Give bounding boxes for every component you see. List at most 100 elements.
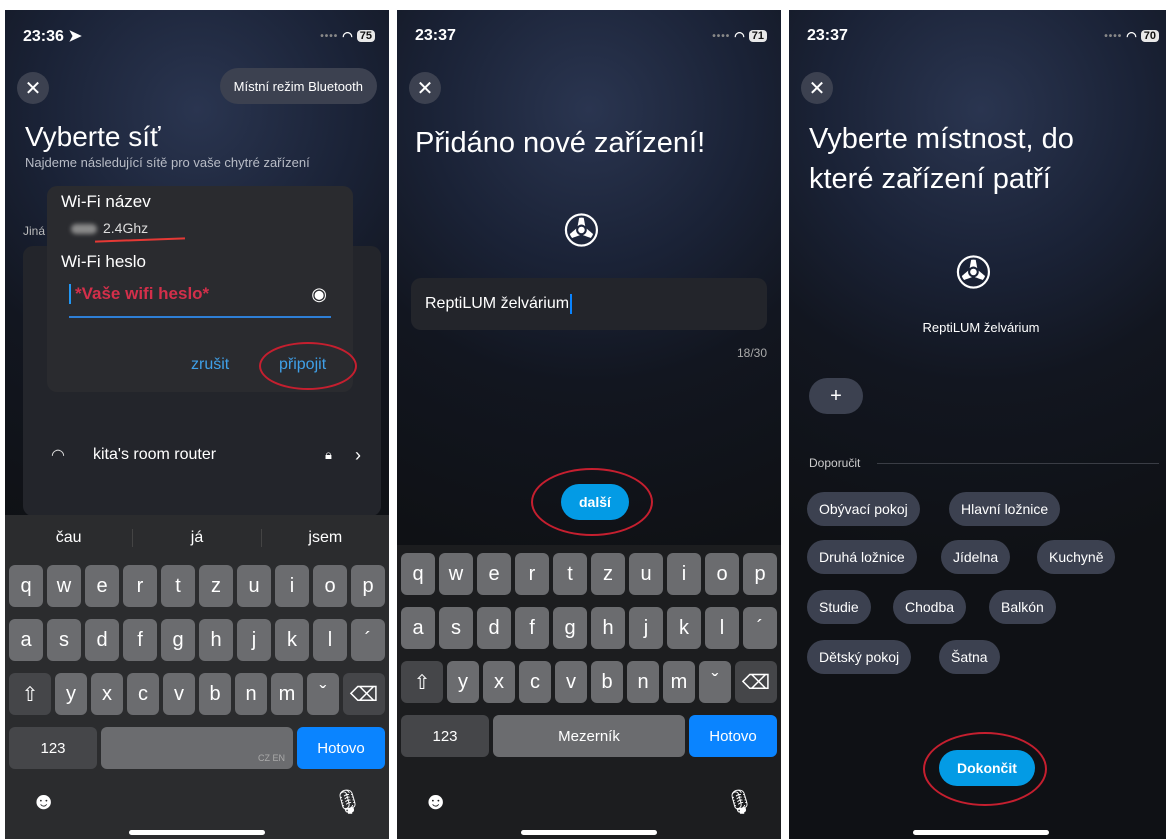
key[interactable]: k <box>667 607 701 649</box>
device-name-input[interactable]: ReptiLUM želvárium <box>411 278 767 330</box>
room-chip[interactable]: Kuchyně <box>1037 540 1116 574</box>
key[interactable]: x <box>91 673 123 715</box>
key[interactable]: e <box>477 553 511 595</box>
room-chip[interactable]: Studie <box>807 590 871 624</box>
key[interactable]: l <box>313 619 347 661</box>
key[interactable]: i <box>667 553 701 595</box>
key[interactable]: j <box>629 607 663 649</box>
room-chip[interactable]: Dětský pokoj <box>807 640 912 674</box>
key[interactable]: v <box>163 673 195 715</box>
emoji-icon[interactable]: ☻ <box>423 788 448 817</box>
ssid-suffix: 2.4Ghz <box>103 220 149 236</box>
key[interactable]: b <box>591 661 623 703</box>
key[interactable]: g <box>553 607 587 649</box>
annotation-circle <box>923 732 1047 806</box>
key[interactable]: z <box>591 553 625 595</box>
key[interactable]: c <box>127 673 159 715</box>
key[interactable]: n <box>235 673 267 715</box>
key[interactable]: ´ <box>743 607 777 649</box>
key[interactable]: e <box>85 565 119 607</box>
key[interactable]: s <box>439 607 473 649</box>
space-key[interactable]: CZ EN <box>101 727 293 769</box>
key[interactable]: k <box>275 619 309 661</box>
key[interactable]: z <box>199 565 233 607</box>
key[interactable]: q <box>9 565 43 607</box>
space-key[interactable]: Mezerník <box>493 715 685 757</box>
key[interactable]: y <box>55 673 87 715</box>
key[interactable]: t <box>553 553 587 595</box>
room-chip[interactable]: Druhá ložnice <box>807 540 917 574</box>
close-button[interactable]: ✕ <box>17 72 49 104</box>
bluetooth-mode-button[interactable]: Místní režim Bluetooth <box>219 68 377 104</box>
key[interactable]: j <box>237 619 271 661</box>
annotation-circle <box>531 468 653 536</box>
password-input[interactable]: *Vaše wifi heslo* <box>75 284 209 304</box>
room-chip[interactable]: Hlavní ložnice <box>949 492 1061 526</box>
key[interactable]: s <box>47 619 81 661</box>
key[interactable]: y <box>447 661 479 703</box>
key[interactable]: ˇ <box>699 661 731 703</box>
eye-icon[interactable]: ◉ <box>311 284 327 305</box>
done-key[interactable]: Hotovo <box>689 715 777 757</box>
shift-key[interactable]: ⇧ <box>401 661 443 703</box>
key[interactable]: a <box>9 619 43 661</box>
key[interactable]: u <box>237 565 271 607</box>
key[interactable]: o <box>705 553 739 595</box>
key[interactable]: m <box>663 661 695 703</box>
key[interactable]: ˇ <box>307 673 339 715</box>
numbers-key[interactable]: 123 <box>9 727 97 769</box>
key[interactable]: h <box>591 607 625 649</box>
key[interactable]: v <box>555 661 587 703</box>
key[interactable]: ´ <box>351 619 385 661</box>
key[interactable]: f <box>123 619 157 661</box>
add-room-button[interactable]: + <box>809 378 863 414</box>
room-chip[interactable]: Chodba <box>893 590 967 624</box>
key[interactable]: c <box>519 661 551 703</box>
key[interactable]: q <box>401 553 435 595</box>
key[interactable]: n <box>627 661 659 703</box>
key[interactable]: t <box>161 565 195 607</box>
done-key[interactable]: Hotovo <box>297 727 385 769</box>
key[interactable]: d <box>85 619 119 661</box>
suggestion-item[interactable]: čau <box>5 529 134 547</box>
network-row[interactable]: ◠ kita's room router 🔒︎ › <box>23 430 381 480</box>
cancel-button[interactable]: zrušit <box>191 356 229 374</box>
emoji-icon[interactable]: ☻ <box>31 788 56 817</box>
close-button[interactable]: ✕ <box>409 72 441 104</box>
key[interactable]: w <box>47 565 81 607</box>
key[interactable]: a <box>401 607 435 649</box>
backspace-key[interactable]: ⌫ <box>735 661 777 703</box>
key[interactable]: f <box>515 607 549 649</box>
key[interactable]: p <box>743 553 777 595</box>
mic-icon[interactable]: 🎙︎ <box>725 788 755 817</box>
close-icon: ✕ <box>808 77 826 100</box>
numbers-key[interactable]: 123 <box>401 715 489 757</box>
key[interactable]: x <box>483 661 515 703</box>
mic-icon[interactable]: 🎙︎ <box>333 788 363 817</box>
room-chip[interactable]: Obývací pokoj <box>807 492 920 526</box>
suggestion-item[interactable]: jsem <box>262 529 389 547</box>
key[interactable]: b <box>199 673 231 715</box>
key[interactable]: r <box>123 565 157 607</box>
keyboard: qwertzuiop a s d f g h j k l ´ ⇧ yxcvbnmˇ ⌫ 123 M… <box>397 545 781 839</box>
key[interactable]: i <box>275 565 309 607</box>
key[interactable]: o <box>313 565 347 607</box>
suggestion-item[interactable]: já <box>133 529 262 547</box>
key[interactable]: u <box>629 553 663 595</box>
key[interactable]: r <box>515 553 549 595</box>
key[interactable]: l <box>705 607 739 649</box>
room-chip[interactable]: Balkón <box>989 590 1056 624</box>
key[interactable]: h <box>199 619 233 661</box>
backspace-key[interactable]: ⌫ <box>343 673 385 715</box>
close-button[interactable]: ✕ <box>801 72 833 104</box>
room-chip[interactable]: Jídelna <box>941 540 1011 574</box>
key[interactable]: p <box>351 565 385 607</box>
key[interactable]: m <box>271 673 303 715</box>
status-bar: 23:37 •••• ◠ 71 <box>415 26 767 46</box>
shift-key[interactable]: ⇧ <box>9 673 51 715</box>
key[interactable]: g <box>161 619 195 661</box>
room-chip[interactable]: Šatna <box>939 640 1000 674</box>
chevron-right-icon: › <box>355 444 361 465</box>
key[interactable]: d <box>477 607 511 649</box>
key[interactable]: w <box>439 553 473 595</box>
